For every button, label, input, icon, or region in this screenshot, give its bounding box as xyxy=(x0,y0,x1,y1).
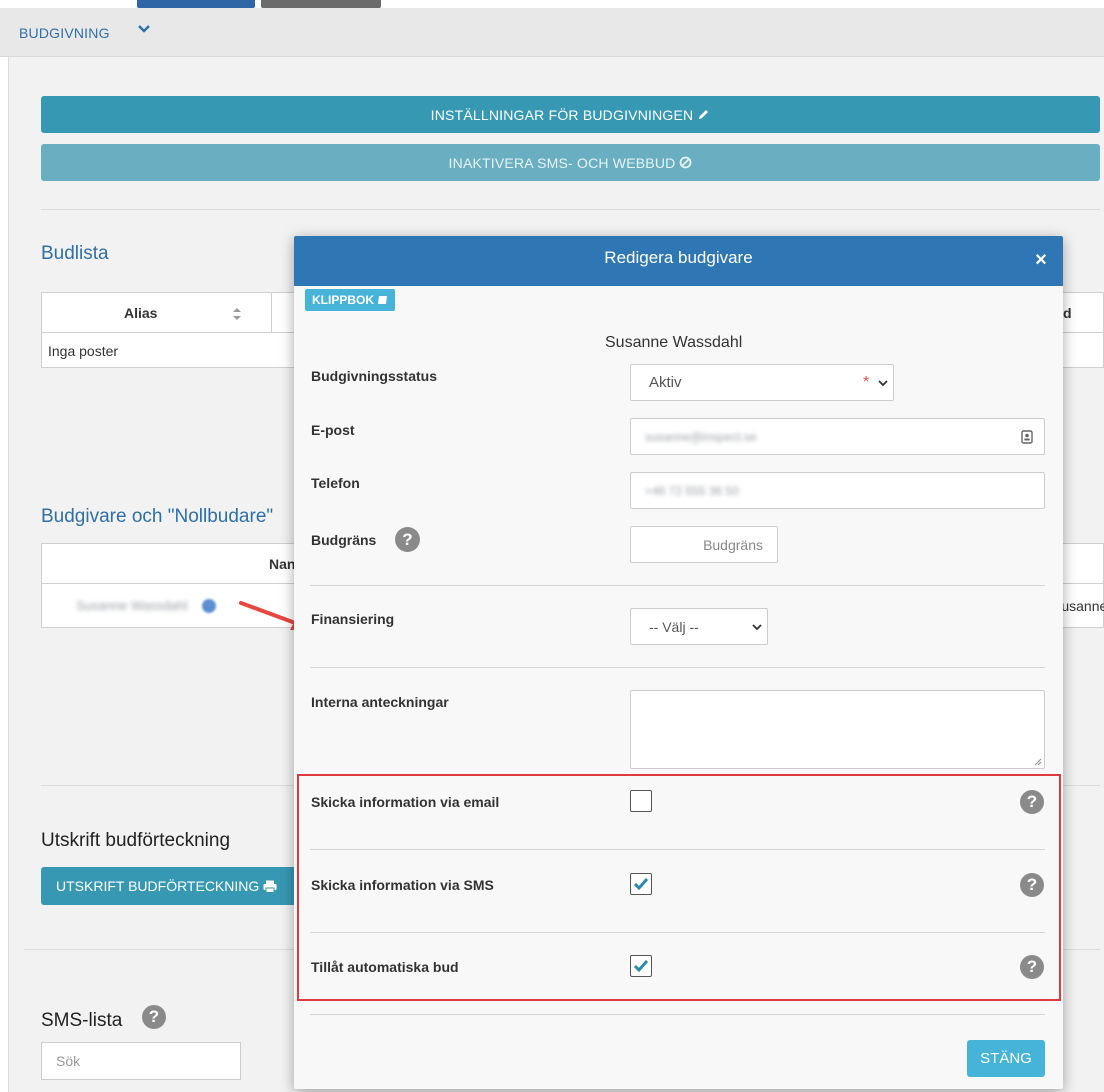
print-list-button[interactable]: UTSKRIFT BUDFÖRTECKNING xyxy=(41,867,301,905)
top-strip xyxy=(0,0,1104,8)
limit-label: Budgräns xyxy=(311,532,377,548)
contact-card-icon[interactable] xyxy=(1021,430,1033,444)
section-tab-header[interactable] xyxy=(0,8,1104,57)
bidder-name-cell[interactable]: Susanne Wassdahl xyxy=(76,598,188,613)
limit-field[interactable]: Budgräns xyxy=(630,526,778,563)
modal-title: Redigera budgivare xyxy=(604,248,753,267)
edit-bidder-modal: Redigera budgivare × KLIPPBOK Susanne Wa… xyxy=(294,236,1063,1089)
status-value: Aktiv xyxy=(649,374,682,391)
limit-placeholder: Budgräns xyxy=(703,536,763,553)
financing-select[interactable]: -- Välj -- xyxy=(630,608,768,645)
column-header-alias[interactable]: Alias xyxy=(124,305,157,321)
modal-header: Redigera budgivare × xyxy=(294,236,1063,286)
divider xyxy=(41,209,1100,210)
help-icon[interactable]: ? xyxy=(395,527,420,552)
help-icon[interactable]: ? xyxy=(142,1005,166,1029)
phone-field[interactable]: +46 72 555 36 50 xyxy=(630,472,1045,509)
divider xyxy=(310,667,1045,668)
pencil-icon xyxy=(699,110,709,119)
book-icon xyxy=(378,296,388,304)
ban-icon xyxy=(680,156,692,169)
divider xyxy=(310,932,1045,933)
close-icon[interactable]: × xyxy=(1033,250,1049,270)
divider xyxy=(310,1014,1045,1015)
financing-label: Finansiering xyxy=(311,611,395,627)
search-input[interactable]: Sök xyxy=(41,1042,241,1080)
print-list-label: UTSKRIFT BUDFÖRTECKNING xyxy=(56,878,260,894)
status-badge xyxy=(137,0,255,8)
checkbox-label-email: Skicka information via email xyxy=(311,794,500,810)
divider xyxy=(310,849,1045,850)
notes-label: Interna anteckningar xyxy=(311,694,449,710)
clipboard-label: KLIPPBOK xyxy=(312,293,375,307)
divider xyxy=(310,585,1045,586)
column-header-name[interactable]: Nan xyxy=(269,556,295,572)
sms-title: SMS-lista xyxy=(41,1010,123,1031)
disable-sms-web-button[interactable]: INAKTIVERA SMS- OCH WEBBUD xyxy=(41,144,1100,181)
printer-icon xyxy=(263,880,277,893)
price-badge xyxy=(261,0,381,8)
bidder-name: Susanne Wassdahl xyxy=(605,334,743,351)
column-header-partial: d xyxy=(1063,305,1072,321)
notes-textarea[interactable] xyxy=(630,690,1045,769)
help-icon[interactable]: ? xyxy=(1020,790,1044,814)
utskrift-title: Utskrift budförteckning xyxy=(41,830,231,851)
required-marker: * xyxy=(863,374,870,391)
phone-label: Telefon xyxy=(311,475,360,491)
checkbox-label-auto-bid: Tillåt automatiska bud xyxy=(311,959,459,975)
empty-state-text: Inga poster xyxy=(48,343,119,359)
status-select[interactable]: Aktiv * xyxy=(630,364,894,401)
disable-sms-web-label: INAKTIVERA SMS- OCH WEBBUD xyxy=(448,154,676,171)
sort-icon[interactable] xyxy=(232,307,242,321)
email-field[interactable]: susanne@inspect.se xyxy=(630,418,1045,455)
checkbox-label-sms: Skicka information via SMS xyxy=(311,877,494,893)
email-label: E-post xyxy=(311,422,355,438)
phone-value: +46 72 555 36 50 xyxy=(645,483,739,498)
tab-title[interactable]: BUDGIVNING xyxy=(19,25,110,41)
settings-button-label: INSTÄLLNINGAR FÖR BUDGIVNINGEN xyxy=(430,106,694,123)
budgivare-title: Budgivare och "Nollbudare" xyxy=(41,506,274,527)
budlista-title: Budlista xyxy=(41,243,109,264)
settings-button[interactable]: INSTÄLLNINGAR FÖR BUDGIVNINGEN xyxy=(41,96,1100,133)
chevron-down-icon xyxy=(752,624,762,631)
financing-value: -- Välj -- xyxy=(649,618,699,635)
auto-bid-checkbox[interactable] xyxy=(630,955,652,977)
resize-handle-icon[interactable] xyxy=(1034,758,1042,766)
sms-info-checkbox[interactable] xyxy=(630,873,652,895)
email-value: susanne@inspect.se xyxy=(645,429,757,444)
close-button[interactable]: STÄNG xyxy=(967,1040,1045,1077)
user-icon xyxy=(202,599,216,613)
email-info-checkbox[interactable] xyxy=(630,790,652,812)
help-icon[interactable]: ? xyxy=(1020,873,1044,897)
clipboard-button[interactable]: KLIPPBOK xyxy=(305,289,396,311)
status-label: Budgivningsstatus xyxy=(311,368,438,384)
help-icon[interactable]: ? xyxy=(1020,955,1044,979)
chevron-down-icon[interactable] xyxy=(137,23,151,35)
column-divider xyxy=(271,293,272,333)
search-placeholder: Sök xyxy=(56,1053,81,1069)
checkmark-icon xyxy=(633,878,649,891)
checkmark-icon xyxy=(633,960,649,973)
chevron-down-icon xyxy=(878,380,888,387)
